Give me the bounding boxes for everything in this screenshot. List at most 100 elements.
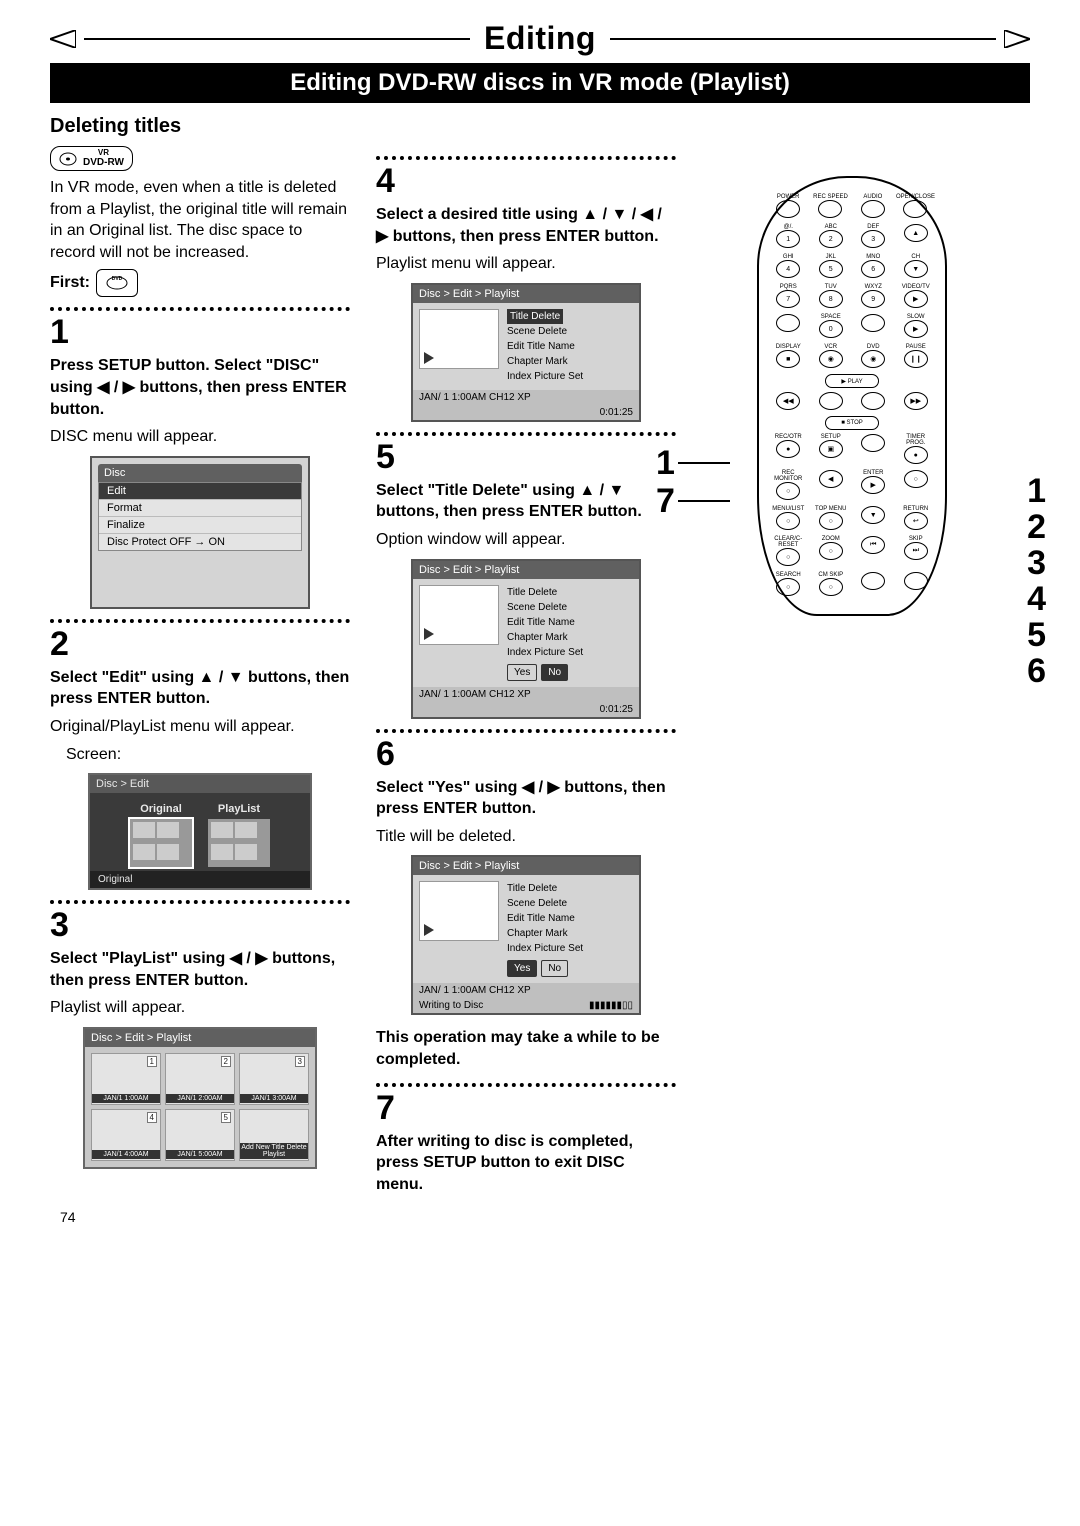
divider <box>50 900 350 904</box>
remote-button[interactable]: ○ <box>776 482 800 500</box>
remote-button[interactable]: ○ <box>776 578 800 596</box>
title-arrow-right-icon <box>1004 30 1030 48</box>
callout-left-7: 7 <box>656 482 675 521</box>
menu-item: Index Picture Set <box>507 941 633 956</box>
remote-button[interactable] <box>861 572 885 590</box>
remote-button[interactable]: ■ <box>776 350 800 368</box>
remote-button[interactable]: 9 <box>861 290 885 308</box>
remote-button[interactable] <box>903 200 927 218</box>
remote-button[interactable]: ○ <box>776 548 800 566</box>
remote-button[interactable]: ▶▶ <box>904 392 928 410</box>
remote-button[interactable] <box>861 392 885 410</box>
menu-item: Edit Title Name <box>507 615 633 630</box>
remote-button[interactable]: ▶ <box>904 320 928 338</box>
screen-label: Screen: <box>66 744 350 766</box>
remote-button[interactable] <box>819 392 843 410</box>
remote-button[interactable]: ▶ <box>904 290 928 308</box>
remote-button[interactable]: ◀◀ <box>776 392 800 410</box>
osd-preview-icon <box>419 881 499 941</box>
remote-button[interactable]: 2 <box>819 230 843 248</box>
remote-button[interactable]: ● <box>776 440 800 458</box>
osd-item: Disc Protect OFF → ON <box>99 534 301 550</box>
step-7-num: 7 <box>376 1091 676 1125</box>
remote-play-button[interactable]: ▶ PLAY <box>825 374 879 388</box>
dvd-rw-label: DVD-RW <box>83 157 124 168</box>
step-1-title: Press SETUP button. Select "DISC" using … <box>50 355 350 420</box>
remote-button[interactable]: ◉ <box>819 350 843 368</box>
playlist-cell: 4JAN/1 4:00AM <box>91 1109 161 1161</box>
step-3-after: Playlist will appear. <box>50 997 350 1019</box>
playlist-cell: 3JAN/1 3:00AM <box>239 1053 309 1105</box>
vr-label: VR <box>98 149 109 157</box>
sub-banner: Editing DVD-RW discs in VR mode (Playlis… <box>50 63 1030 103</box>
remote-button[interactable]: 5 <box>819 260 843 278</box>
step-6-title: Select "Yes" using ◀ / ▶ buttons, then p… <box>376 777 676 820</box>
osd-pm-header: Disc > Edit > Playlist <box>413 285 639 303</box>
menu-item: Index Picture Set <box>507 645 633 660</box>
osd-playlist-menu-2: Disc > Edit > Playlist Title Delete Scen… <box>411 559 641 719</box>
remote-button[interactable]: ▶ <box>861 476 885 494</box>
remote-button[interactable]: 4 <box>776 260 800 278</box>
osd-item: Finalize <box>99 517 301 534</box>
divider <box>376 156 676 160</box>
remote-button[interactable]: ○ <box>819 542 843 560</box>
remote-button[interactable] <box>818 200 842 218</box>
step-6-num: 6 <box>376 737 676 771</box>
divider <box>376 432 676 436</box>
remote-button[interactable]: ▲ <box>904 224 928 242</box>
osd-playlist-grid: Disc > Edit > Playlist 1JAN/1 1:00AM2JAN… <box>83 1027 317 1169</box>
osd-playlist-menu-1: Disc > Edit > Playlist Title Delete Scen… <box>411 283 641 422</box>
osd-footer-left: JAN/ 1 1:00AM CH12 XP <box>419 392 531 403</box>
remote-button[interactable] <box>776 200 800 218</box>
remote-button[interactable]: ❙❙ <box>904 350 928 368</box>
osd-preview-icon <box>419 585 499 645</box>
callout-right-2: 2 <box>1027 508 1046 547</box>
menu-item: Scene Delete <box>507 324 633 339</box>
remote-button[interactable]: ▼ <box>861 506 885 524</box>
playlist-cell: 1JAN/1 1:00AM <box>91 1053 161 1105</box>
callout-right-3: 3 <box>1027 544 1046 583</box>
step-3-num: 3 <box>50 908 350 942</box>
remote-button[interactable]: 3 <box>861 230 885 248</box>
remote-button[interactable]: 6 <box>861 260 885 278</box>
callout-right-5: 5 <box>1027 616 1046 655</box>
remote-button[interactable] <box>776 314 800 332</box>
step-6-after: Title will be deleted. <box>376 826 676 848</box>
remote-stop-button[interactable]: ■ STOP <box>825 416 879 430</box>
remote-button[interactable]: ○ <box>819 512 843 530</box>
menu-item: Scene Delete <box>507 896 633 911</box>
remote-button[interactable]: 8 <box>819 290 843 308</box>
step-4-title: Select a desired title using ▲ / ▼ / ◀ /… <box>376 204 676 247</box>
remote-button[interactable]: 1 <box>776 230 800 248</box>
remote-button[interactable] <box>861 314 885 332</box>
remote-button[interactable]: ◉ <box>861 350 885 368</box>
step-5-after: Option window will appear. <box>376 529 676 551</box>
remote-button[interactable]: ▣ <box>819 440 843 458</box>
first-disc-icon: DVD <box>96 269 138 297</box>
divider <box>376 729 676 733</box>
remote-button[interactable]: ● <box>904 446 928 464</box>
menu-item: Title Delete <box>507 881 633 896</box>
step-7-title: After writing to disc is completed, pres… <box>376 1131 676 1196</box>
menu-item: Chapter Mark <box>507 926 633 941</box>
remote-button[interactable] <box>861 200 885 218</box>
column-remote: 1 7 1 2 3 4 5 6 POWERREC SPEEDAUDIOOPEN/… <box>702 146 1002 1201</box>
step-1-num: 1 <box>50 315 350 349</box>
remote-button[interactable] <box>861 434 885 452</box>
menu-item: Edit Title Name <box>507 911 633 926</box>
remote-button[interactable]: ⏭ <box>904 542 928 560</box>
callout-right-6: 6 <box>1027 652 1046 691</box>
remote-button[interactable]: ○ <box>904 470 928 488</box>
dvd-rw-badge: VR DVD-RW <box>50 146 133 171</box>
remote-button[interactable]: 0 <box>819 320 843 338</box>
remote-button[interactable]: ↩ <box>904 512 928 530</box>
remote-button[interactable]: ⏮ <box>861 536 885 554</box>
remote-button[interactable]: ○ <box>776 512 800 530</box>
osd-footer-right: 0:01:25 <box>600 407 633 418</box>
remote-button[interactable]: ◀ <box>819 470 843 488</box>
remote-button[interactable] <box>904 572 928 590</box>
callout-left-1: 1 <box>656 444 675 483</box>
remote-button[interactable]: ○ <box>819 578 843 596</box>
remote-button[interactable]: 7 <box>776 290 800 308</box>
remote-button[interactable]: ▼ <box>904 260 928 278</box>
